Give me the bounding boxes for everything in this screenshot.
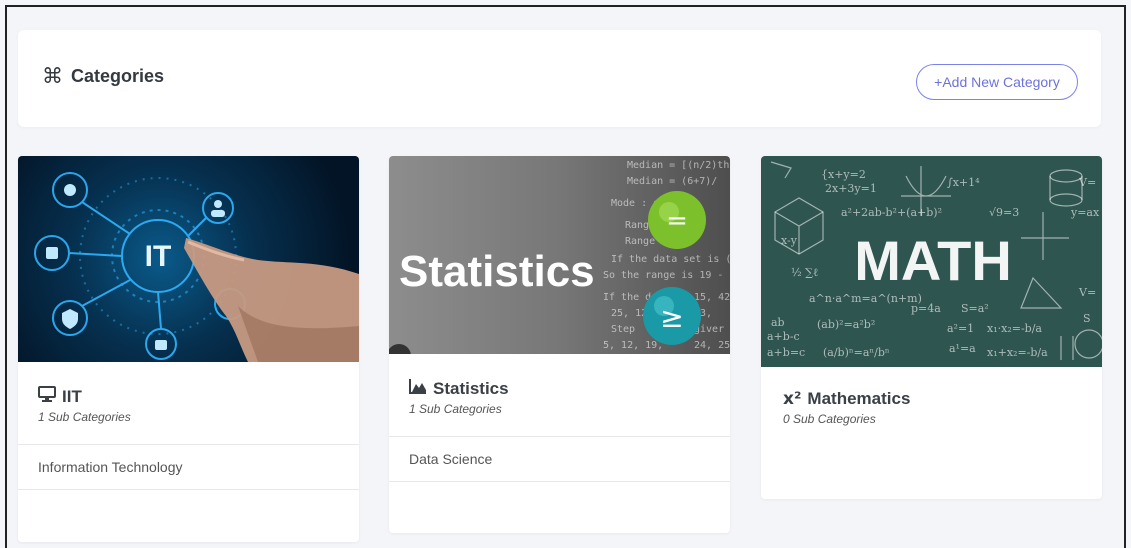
category-card-mathematics[interactable]: {x+y=2 2x+3y=1 a²+2ab-b²+(a+b)² √9=3 x-y…	[761, 156, 1102, 499]
subcategory-item[interactable]: Data Science	[389, 437, 730, 481]
category-sub-count: 0 Sub Categories	[783, 412, 876, 426]
command-icon: ⌘	[42, 65, 63, 88]
svg-text:a²+2ab-b²+(a+b)²: a²+2ab-b²+(a+b)²	[841, 206, 942, 219]
category-card-statistics[interactable]: Median = [(n/2)th Median = (6+7)/ Mode :…	[389, 156, 730, 533]
svg-text:S: S	[1083, 312, 1091, 325]
card-divider	[18, 489, 359, 490]
category-body-iit: IIT 1 Sub Categories	[18, 362, 359, 424]
category-title-iit[interactable]: IIT	[38, 386, 339, 407]
svg-text:(ab)²=a²b²: (ab)²=a²b²	[817, 318, 875, 331]
svg-text:{x+y=2: {x+y=2	[821, 168, 866, 181]
svg-text:∫x+1⁴: ∫x+1⁴	[947, 176, 980, 189]
it-network-illustration: IT	[34, 172, 359, 362]
svg-text:S=a²: S=a²	[961, 302, 989, 315]
svg-text:y=ax: y=ax	[1070, 206, 1100, 219]
svg-text:√9=3: √9=3	[989, 206, 1019, 219]
svg-text:24, 25: 24, 25	[694, 340, 730, 351]
page-title-text: Categories	[71, 66, 165, 86]
svg-text:a¹=a: a¹=a	[949, 342, 976, 355]
category-title-statistics[interactable]: Statistics	[409, 378, 710, 399]
category-card-iit[interactable]: IT IIT 1 Sub Categories Information Tech…	[18, 156, 359, 542]
svg-text:a+b-c: a+b-c	[767, 330, 800, 343]
svg-text:Step: Step	[611, 324, 635, 335]
monitor-icon	[38, 386, 56, 407]
math-image-label: MATH	[854, 229, 1012, 292]
svg-text:a+b=c: a+b=c	[767, 346, 805, 359]
svg-text:If the d: If the d	[603, 292, 651, 303]
area-chart-icon	[409, 378, 427, 399]
category-body-mathematics: x² Mathematics 0 Sub Categories	[761, 367, 1102, 426]
add-new-category-label: +Add New Category	[934, 74, 1060, 90]
category-name: Statistics	[433, 378, 509, 398]
category-name: Mathematics	[807, 389, 911, 408]
categories-header: ⌘ Categories +Add New Category	[18, 30, 1101, 127]
category-sub-count: 1 Sub Categories	[38, 410, 131, 424]
category-sub-count: 1 Sub Categories	[409, 402, 502, 416]
svg-text:p=4a: p=4a	[911, 302, 941, 315]
svg-text:15, 42: 15, 42	[694, 292, 730, 303]
svg-text:25, 12: 25, 12	[611, 308, 647, 319]
svg-text:(a/b)ⁿ=aⁿ/bⁿ: (a/b)ⁿ=aⁿ/bⁿ	[823, 346, 890, 359]
svg-text:V=: V=	[1078, 286, 1096, 299]
page-title: ⌘ Categories	[42, 66, 164, 87]
category-image-iit: IT	[18, 156, 359, 362]
svg-text:5, 12, 19,: 5, 12, 19,	[603, 340, 663, 351]
statistics-illustration: Median = [(n/2)th Median = (6+7)/ Mode :…	[389, 160, 730, 354]
subcategory-item[interactable]: Information Technology	[18, 445, 359, 489]
statistics-image-label: Statistics	[399, 247, 595, 296]
svg-text:If the data set is (12,: If the data set is (12,	[611, 254, 730, 265]
category-body-statistics: Statistics 1 Sub Categories	[389, 354, 730, 416]
add-new-category-button[interactable]: +Add New Category	[916, 64, 1078, 100]
category-title-mathematics[interactable]: x² Mathematics	[783, 389, 1082, 409]
svg-text:ab: ab	[771, 316, 785, 329]
svg-text:x₁·x₂=-b/a: x₁·x₂=-b/a	[987, 322, 1042, 335]
math-chalkboard-illustration: {x+y=2 2x+3y=1 a²+2ab-b²+(a+b)² √9=3 x-y…	[767, 161, 1102, 360]
svg-text:So the range is 19 - 2: So the range is 19 - 2	[603, 270, 730, 281]
svg-text:a^n·a^m=a^(n+m): a^n·a^m=a^(n+m)	[809, 292, 922, 305]
it-image-label: IT	[145, 240, 172, 273]
svg-text:½ ∑ℓ: ½ ∑ℓ	[791, 266, 818, 279]
svg-text:2x+3y=1: 2x+3y=1	[825, 182, 877, 195]
svg-text:≥: ≥	[660, 301, 683, 334]
category-name: IIT	[62, 386, 82, 406]
svg-text:Median = [(n/2)th: Median = [(n/2)th	[627, 160, 729, 171]
card-divider	[389, 481, 730, 482]
svg-text:x₁+x₂=-b/a: x₁+x₂=-b/a	[987, 346, 1048, 359]
category-image-mathematics: {x+y=2 2x+3y=1 a²+2ab-b²+(a+b)² √9=3 x-y…	[761, 156, 1102, 367]
svg-text:=: =	[666, 206, 688, 236]
svg-text:a²=1: a²=1	[947, 322, 974, 335]
superscript-icon: x²	[783, 389, 802, 409]
category-image-statistics: Median = [(n/2)th Median = (6+7)/ Mode :…	[389, 156, 730, 354]
svg-text:Median = (6+7)/: Median = (6+7)/	[627, 176, 717, 187]
